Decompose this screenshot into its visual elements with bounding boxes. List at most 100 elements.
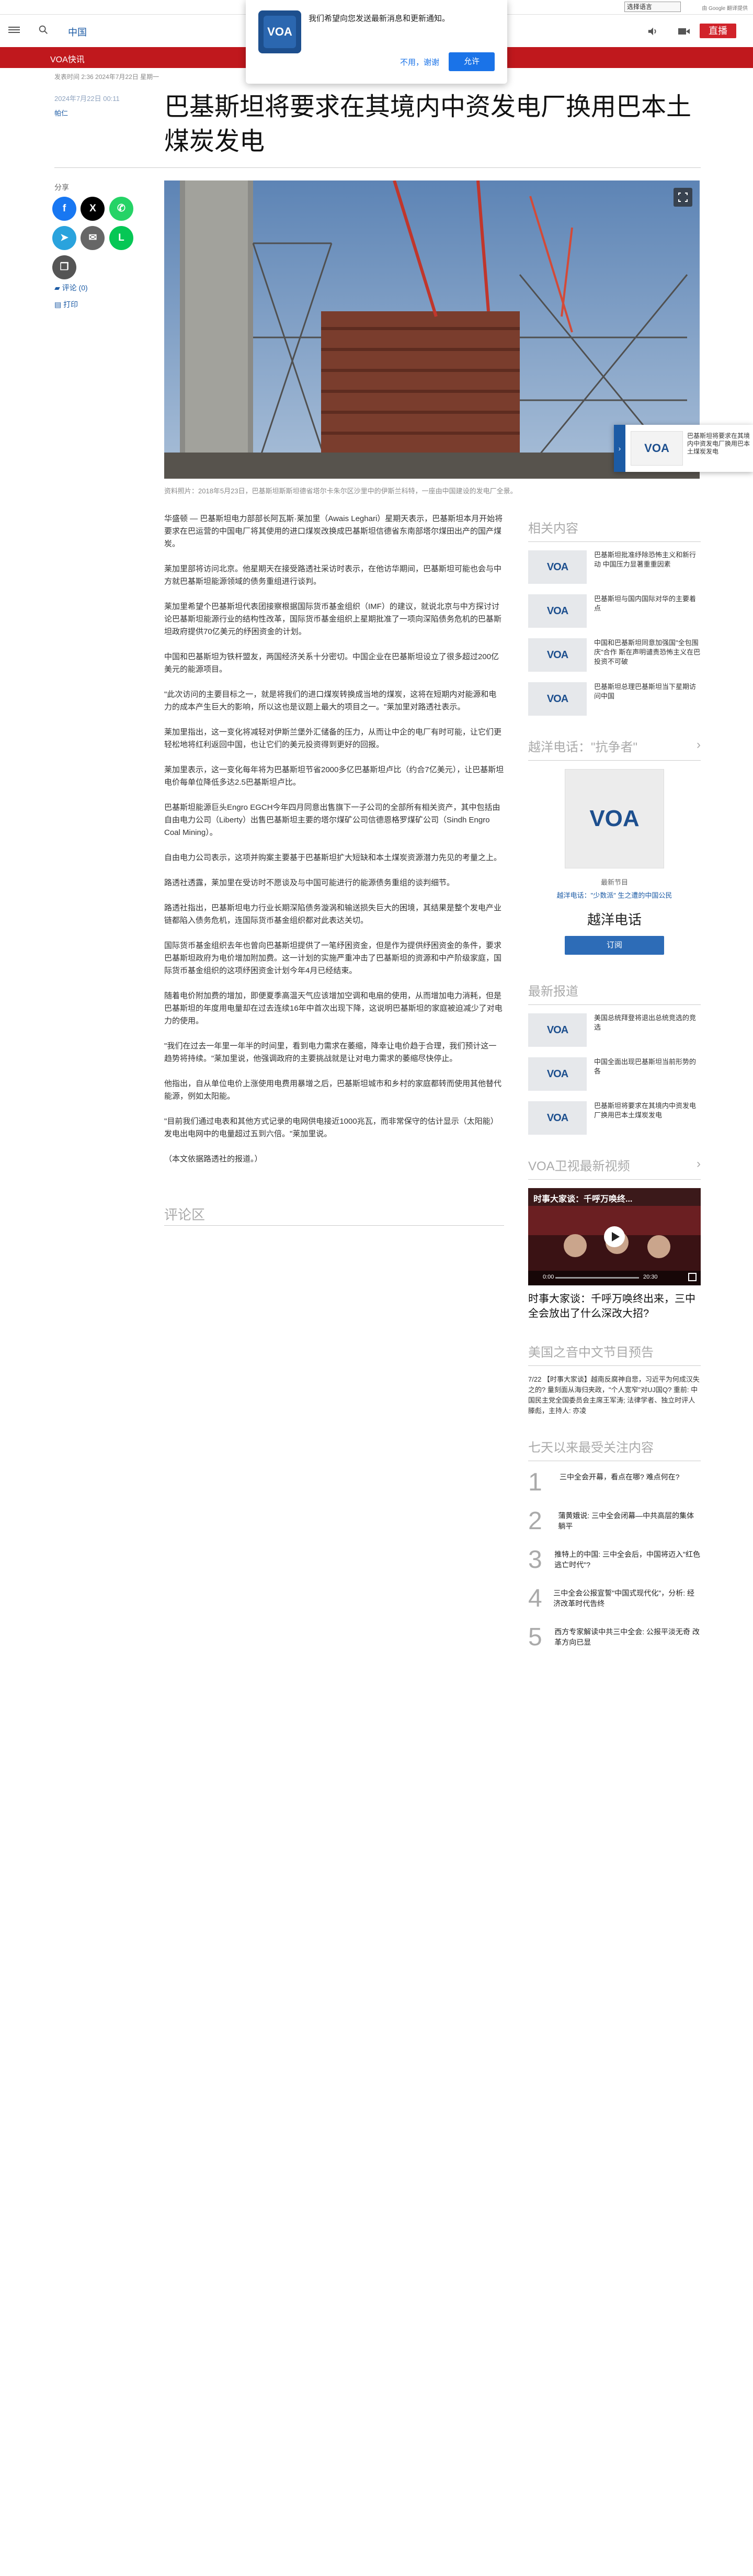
related-item-title: 巴基斯坦与国内国际对华的主要着点 [594, 595, 697, 612]
paragraph: "我们在过去一年里一年半的时间里，看到电力需求在萎缩，降幸让电价趋于合理，我们预… [164, 1042, 497, 1063]
related-item[interactable]: VOA 巴基斯坦总理巴基斯坦当下星期访问中国 [528, 682, 701, 716]
latest-item-title: 美国总统拜登将退出总统竞选的竞选 [594, 1014, 697, 1031]
allow-button[interactable]: 允许 [449, 52, 495, 71]
voa-logo: VOA [528, 1057, 587, 1091]
paragraph: 巴基斯坦能源巨头Engro EGCH今年四月同意出售旗下一子公司的全部所有相关资… [164, 803, 500, 837]
blog-heading[interactable]: 越洋电话："抗争者" › [528, 737, 701, 761]
video-overlay-title: 时事大家谈：千呼万唤终... [533, 1195, 633, 1204]
program-heading-label: 美国之音中文节目预告 [528, 1346, 654, 1360]
decline-button[interactable]: 不用，谢谢 [400, 57, 439, 67]
related-item[interactable]: VOA 中国和巴基斯坦同意加强国"全包围庆"合作 斯在声明谴责恐怖主义在巴投资不可… [528, 638, 701, 672]
paragraph: 华盛顿 — 巴基斯坦电力部部长阿瓦斯·莱加里（Awais Leghari）星期天… [164, 514, 503, 548]
comments-heading: 评论区 [164, 1207, 206, 1223]
line-icon[interactable]: L [109, 226, 133, 250]
top-story-item[interactable]: 2 蒲黄娥说: 三中全会闭幕—中共高层的集体躺平 [528, 1508, 701, 1534]
voa-logo: VOA [528, 638, 587, 672]
copy-link-icon[interactable]: ❐ [52, 255, 76, 279]
related-heading: 相关内容 [528, 518, 701, 542]
language-select[interactable]: 选择语言 [624, 2, 681, 12]
author-link[interactable]: 帕仁 [54, 108, 68, 118]
latest-item[interactable]: VOA 巴基斯坦将要求在其境内中资发电厂换用巴本土煤炭发电 [528, 1101, 701, 1135]
paragraph: "此次访问的主要目标之一，就是将我们的进口煤炭转换成当地的煤炭，这将在短期内对能… [164, 690, 497, 711]
latest-heading-label: 最新报道 [528, 985, 578, 999]
top-story-item[interactable]: 3 推特上的中国: 三中全会后，中国将迈入"红色逃亡时代"? [528, 1547, 701, 1573]
top-stories-heading: 七天以来最受关注内容 [528, 1437, 701, 1461]
audio-icon[interactable] [647, 26, 659, 37]
article-title: 巴基斯坦将要求在其境内中资发电厂换用巴本土煤炭发电 [164, 93, 692, 155]
paragraph: "目前我们通过电表和其他方式记录的电网供电接近1000兆瓦，而非常保守的估计显示… [164, 1117, 498, 1138]
search-icon[interactable] [38, 24, 49, 36]
blog-image[interactable]: VOA [565, 769, 664, 868]
blog-card: VOA 最新节目 越洋电话："少数派" 生之遭的中国公民 越洋电话 订阅 [528, 769, 701, 965]
email-icon[interactable]: ✉ [81, 226, 105, 250]
rank-number: 1 [528, 1468, 542, 1496]
blog-name: 越洋电话 [587, 912, 642, 928]
image-caption: 资料照片：2018年5月23日，巴基斯坦斯斯坦德省塔尔卡朱尔区沙里中的伊斯兰科特… [164, 487, 517, 495]
top-story-item[interactable]: 1 三中全会开幕，看点在哪? 难点何在? [528, 1470, 701, 1496]
paragraph: 莱加里希望个巴基斯坦代表团接察根据国际货币基金组织（IMF）的建议，就说北京与中… [164, 602, 502, 636]
paragraph: 莱加里部将访问北京。他星期天在接受路透社采访时表示，在他访华期间，巴基斯坦可能也… [164, 564, 502, 586]
telegram-icon[interactable]: ➤ [52, 226, 76, 250]
video-headline[interactable]: 时事大家谈：千呼万唤终出来，三中全会放出了什么深改大招? [528, 1292, 701, 1321]
publish-date: 2024年7月22日 00:11 [54, 95, 120, 103]
whatsapp-icon[interactable]: ✆ [109, 197, 133, 221]
mini-player[interactable]: › VOA 巴基斯坦将要求在其境内中资发电厂换用巴本土煤炭发电 [614, 425, 753, 472]
x-icon[interactable]: X [81, 197, 105, 221]
voa-logo: VOA [528, 1101, 587, 1135]
mini-player-arrow-icon[interactable]: › [614, 425, 625, 472]
sidebar: 相关内容 VOA 巴基斯坦批准纾除恐怖主义和新行动 中国压力显著重重因素 VOA 巴… [528, 518, 701, 1663]
fullscreen-icon[interactable] [688, 1273, 697, 1281]
subscribe-button[interactable]: 订阅 [565, 936, 664, 955]
video-heading[interactable]: VOA卫视最新视频 › [528, 1156, 701, 1180]
top-story-title: 西方专家解读中共三中全会: 公报平淡无奇 改革方向已显 [554, 1628, 700, 1646]
print-icon: ▤ [54, 300, 64, 309]
related-item-title: 巴基斯坦批准纾除恐怖主义和新行动 中国压力显著重重因素 [594, 551, 697, 568]
paragraph: （本文依据路透社的报道。） [164, 1155, 263, 1163]
comment-icon: ▰ [54, 284, 62, 292]
voa-logo: VOA [528, 682, 587, 716]
print-link[interactable]: ▤ 打印 [54, 299, 78, 310]
paragraph: 他指出，自从单位电价上涨使用电费用暴增之后，巴基斯坦城市和乡村的家庭都转而使用其… [164, 1079, 502, 1101]
divider [54, 167, 701, 168]
share-label: 分享 [54, 183, 69, 191]
rank-number: 2 [528, 1507, 542, 1535]
top-story-item[interactable]: 4 三中全会公报宣誓"中国式现代化"，分析: 经济改革时代告终 [528, 1586, 701, 1612]
program-heading: 美国之音中文节目预告 [528, 1342, 701, 1366]
video-icon[interactable] [678, 26, 690, 37]
facebook-icon[interactable]: f [52, 197, 76, 221]
play-button[interactable] [604, 1226, 625, 1247]
translate-attribution[interactable]: 由 Google 翻译提供 [702, 4, 748, 12]
blog-episode-link[interactable]: 越洋电话："少数派" 生之遭的中国公民 [528, 890, 701, 900]
live-button[interactable]: 直播 [700, 24, 736, 38]
voa-logo: VOA [528, 1013, 587, 1047]
blog-kicker: 最新节目 [600, 878, 628, 886]
top-story-title: 推特上的中国: 三中全会后，中国将迈入"红色逃亡时代"? [554, 1550, 700, 1569]
top-story-title: 蒲黄娥说: 三中全会闭幕—中共高层的集体躺平 [558, 1511, 694, 1530]
related-item[interactable]: VOA 巴基斯坦与国内国际对华的主要着点 [528, 594, 701, 628]
top-story-item[interactable]: 5 西方专家解读中共三中全会: 公报平淡无奇 改革方向已显 [528, 1624, 701, 1651]
related-item[interactable]: VOA 巴基斯坦批准纾除恐怖主义和新行动 中国压力显著重重因素 [528, 550, 701, 584]
paragraph: 随着电价附加费的增加，即便夏季高温天气应该增加空调和电扇的使用，从而增加电力消耗… [164, 991, 503, 1025]
voa-logo: VOA [258, 10, 301, 53]
latest-heading: 最新报道 [528, 981, 701, 1005]
print-link-label: 打印 [63, 300, 78, 309]
rank-number: 3 [528, 1546, 542, 1574]
rank-number: 5 [528, 1623, 542, 1651]
video-player[interactable]: 时事大家谈：千呼万唤终... 0:00 20:30 [528, 1188, 701, 1285]
menu-icon[interactable] [8, 25, 20, 35]
chevron-right-icon: › [697, 1157, 701, 1171]
mini-player-title[interactable]: 巴基斯坦将要求在其境内中资发电厂换用巴本土煤炭发电 [687, 432, 750, 456]
latest-item[interactable]: VOA 美国总统拜登将退出总统竞选的竞选 [528, 1013, 701, 1047]
related-item-title: 巴基斯坦总理巴基斯坦当下星期访问中国 [594, 683, 697, 700]
paragraph: 莱加里指出，这一变化将减轻对伊斯兰堡外汇储备的压力，从而让中企的电厂有时可能，让… [164, 728, 502, 749]
related-item-title: 中国和巴基斯坦同意加强国"全包围庆"合作 斯在声明谴责恐怖主义在巴投资不可破 [594, 639, 701, 665]
paragraph: 自由电力公司表示，这项并购案主要基于巴基斯坦扩大短缺和本土煤炭资源潜力先见的考量… [164, 853, 502, 862]
mini-player-thumbnail[interactable]: VOA [631, 431, 683, 466]
comments-link[interactable]: ▰ 评论 (0) [54, 283, 88, 293]
chevron-right-icon: › [697, 738, 701, 752]
latest-item-title: 中国全面出现巴基斯坦当前形势的各 [594, 1058, 697, 1075]
region-link[interactable]: 中国 [68, 25, 87, 39]
latest-item[interactable]: VOA 中国全面出现巴基斯坦当前形势的各 [528, 1057, 701, 1091]
top-stories-heading-label: 七天以来最受关注内容 [528, 1441, 654, 1455]
expand-icon[interactable] [674, 188, 692, 207]
